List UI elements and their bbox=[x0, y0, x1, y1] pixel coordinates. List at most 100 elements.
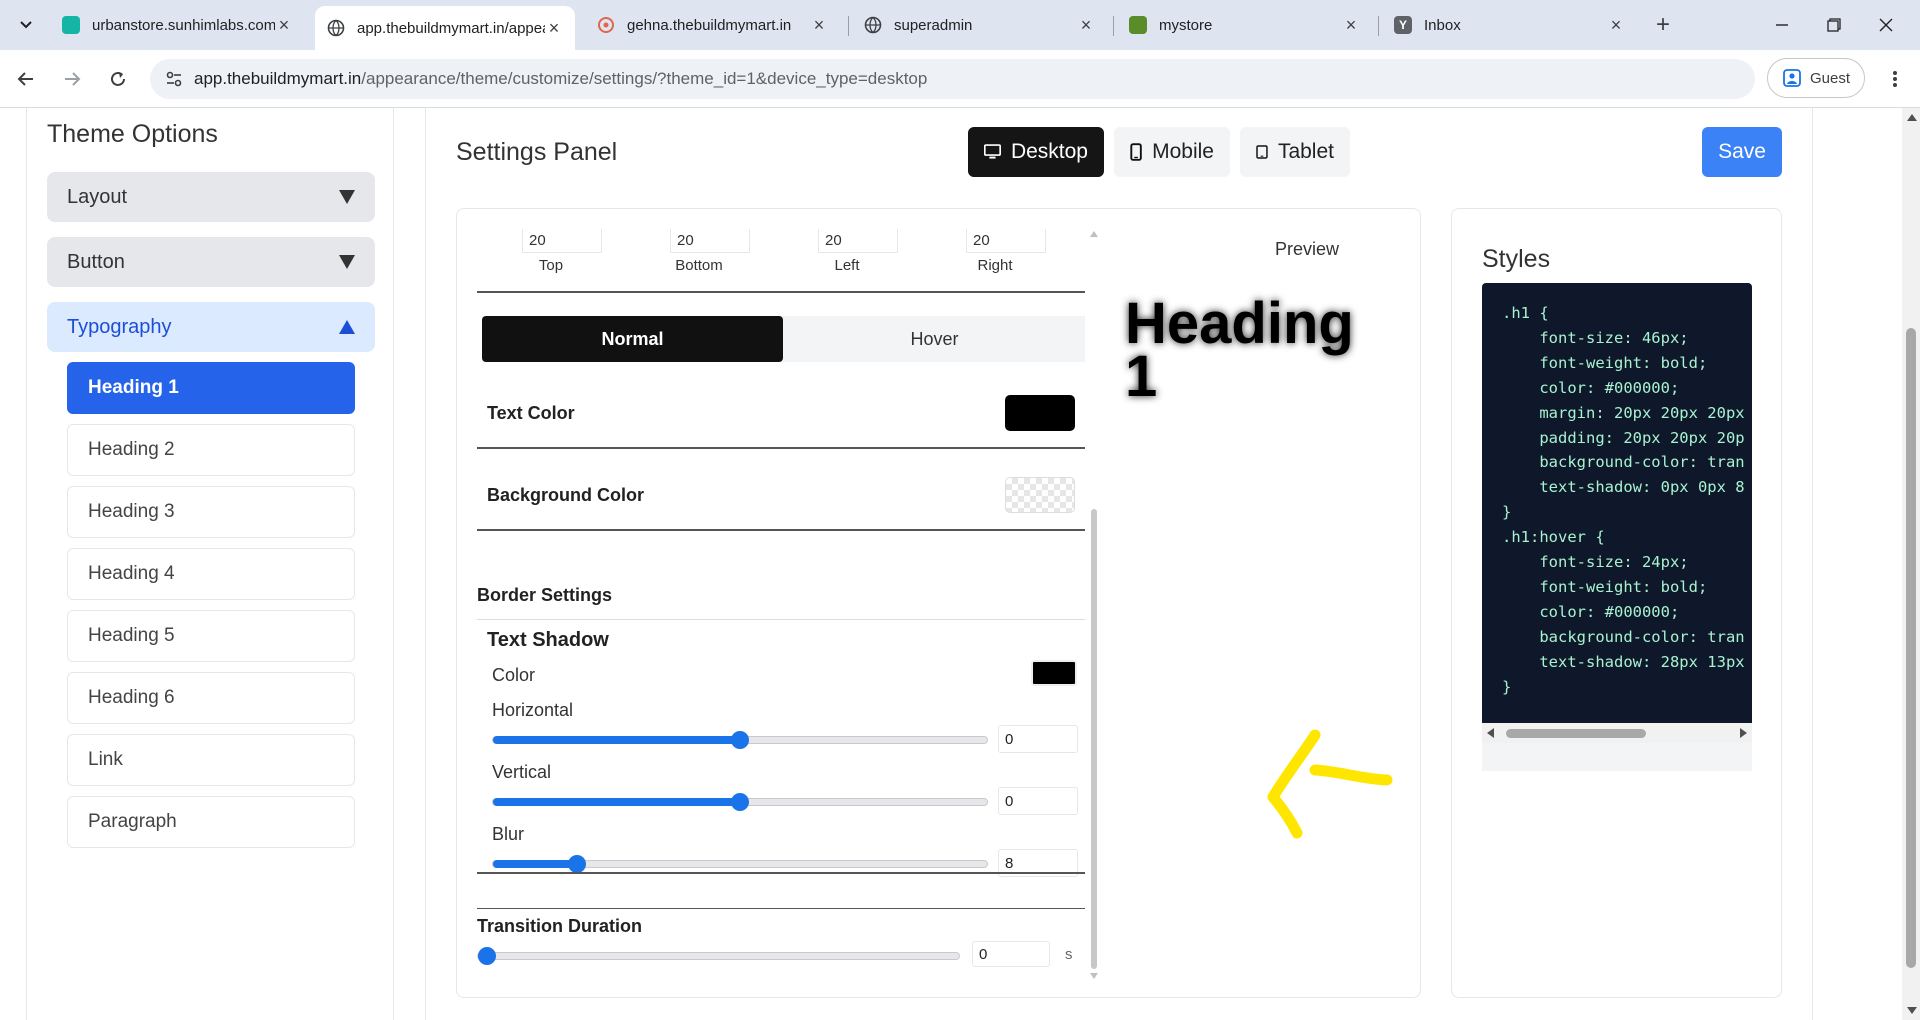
more-menu-icon[interactable] bbox=[1880, 63, 1910, 95]
spacing-top-input[interactable]: 20 bbox=[522, 229, 602, 253]
tab-mystore[interactable]: mystore × bbox=[1117, 6, 1372, 44]
code-line: font-weight: bold; bbox=[1502, 353, 1708, 372]
horizontal-slider[interactable] bbox=[492, 731, 988, 749]
code-line: background-color: tran bbox=[1502, 453, 1745, 472]
text-color-label: Text Color bbox=[487, 402, 575, 423]
chevron-down-icon bbox=[20, 21, 32, 29]
shadow-color-swatch[interactable] bbox=[1031, 660, 1077, 686]
text-color-swatch[interactable] bbox=[1005, 395, 1075, 431]
typography-item-heading-4[interactable]: Heading 4 bbox=[67, 548, 355, 600]
vertical-input[interactable]: 0 bbox=[998, 787, 1078, 815]
accordion-label: Button bbox=[67, 250, 125, 273]
scroll-right-icon[interactable] bbox=[1740, 728, 1747, 738]
tab-inbox[interactable]: Y Inbox × bbox=[1382, 6, 1637, 44]
forward-button[interactable] bbox=[56, 63, 88, 95]
caret-up-icon bbox=[339, 320, 355, 334]
settings-panel-title: Settings Panel bbox=[456, 138, 618, 166]
scroll-up-icon[interactable] bbox=[1090, 231, 1098, 237]
gehna-favicon bbox=[597, 16, 615, 34]
spacing-right-input[interactable]: 20 bbox=[966, 229, 1046, 253]
scrollbar-thumb[interactable] bbox=[1091, 509, 1097, 969]
css-code-block[interactable]: .h1 { font-size: 46px; font-weight: bold… bbox=[1482, 283, 1752, 723]
main-divider bbox=[1812, 108, 1813, 1020]
minimize-icon[interactable] bbox=[1762, 10, 1802, 40]
state-hover-button[interactable]: Hover bbox=[784, 316, 1085, 362]
transition-duration-input[interactable]: 0 bbox=[972, 941, 1050, 967]
code-line: } bbox=[1502, 677, 1512, 696]
code-line: color: #000000; bbox=[1502, 378, 1680, 397]
state-normal-button[interactable]: Normal bbox=[482, 316, 783, 362]
preview-label: Preview bbox=[1274, 239, 1340, 259]
close-window-icon[interactable] bbox=[1866, 10, 1906, 40]
typography-item-heading-3[interactable]: Heading 3 bbox=[67, 486, 355, 538]
site-settings-icon[interactable] bbox=[154, 69, 194, 89]
text-color-row: Text Color bbox=[477, 379, 1085, 449]
close-icon[interactable]: × bbox=[275, 15, 293, 36]
typography-item-heading-6[interactable]: Heading 6 bbox=[67, 672, 355, 724]
spacing-right: 20 Right bbox=[921, 229, 1069, 274]
save-button[interactable]: Save bbox=[1702, 127, 1782, 177]
accordion-button[interactable]: Button bbox=[47, 237, 375, 287]
settings-scrollbar[interactable] bbox=[1089, 229, 1099, 979]
styles-card: Styles .h1 { font-size: 46px; font-weigh… bbox=[1451, 208, 1782, 998]
new-tab-button[interactable]: + bbox=[1648, 10, 1678, 40]
profile-icon bbox=[1783, 69, 1801, 87]
accordion-typography[interactable]: Typography bbox=[47, 302, 375, 352]
typography-item-link[interactable]: Link bbox=[67, 734, 355, 786]
close-icon[interactable]: × bbox=[1077, 15, 1095, 36]
settings-scroll-area[interactable]: 20 Top 20 Bottom 20 Left 20 Right Normal bbox=[477, 229, 1085, 974]
scrollbar-thumb[interactable] bbox=[1506, 729, 1646, 738]
scrollbar-thumb[interactable] bbox=[1906, 328, 1916, 968]
spacing-bottom-input[interactable]: 20 bbox=[670, 229, 750, 253]
accordion-layout[interactable]: Layout bbox=[47, 172, 375, 222]
background-color-label: Background Color bbox=[487, 484, 645, 505]
horizontal-input[interactable]: 0 bbox=[998, 725, 1078, 753]
close-icon[interactable]: × bbox=[545, 18, 563, 39]
typography-item-heading-2[interactable]: Heading 2 bbox=[67, 424, 355, 476]
tab-search-button[interactable] bbox=[10, 10, 42, 40]
restore-icon[interactable] bbox=[1814, 10, 1854, 40]
reload-button[interactable] bbox=[102, 63, 134, 95]
spacing-label: Right bbox=[977, 257, 1013, 274]
device-tablet-button[interactable]: Tablet bbox=[1240, 127, 1350, 177]
code-horizontal-scrollbar[interactable] bbox=[1482, 723, 1752, 743]
background-color-swatch[interactable] bbox=[1005, 477, 1075, 513]
page-scrollbar[interactable] bbox=[1902, 108, 1920, 1020]
yahoo-favicon: Y bbox=[1394, 16, 1412, 34]
tab-gehna[interactable]: gehna.thebuildmymart.in × bbox=[585, 6, 840, 44]
mobile-icon bbox=[1130, 143, 1142, 161]
scroll-left-icon[interactable] bbox=[1487, 728, 1494, 738]
typography-item-paragraph[interactable]: Paragraph bbox=[67, 796, 355, 848]
scroll-down-icon[interactable] bbox=[1907, 1007, 1917, 1014]
transition-duration-slider[interactable] bbox=[477, 947, 960, 965]
settings-card: 20 Top 20 Bottom 20 Left 20 Right Normal bbox=[456, 208, 1421, 998]
back-button[interactable] bbox=[10, 63, 42, 95]
tab-superadmin[interactable]: superadmin × bbox=[852, 6, 1107, 44]
scroll-down-icon[interactable] bbox=[1090, 973, 1098, 979]
spacing-left-input[interactable]: 20 bbox=[818, 229, 898, 253]
slider-handle[interactable] bbox=[567, 855, 586, 873]
sidebar-title: Theme Options bbox=[47, 120, 218, 148]
address-bar[interactable]: app.thebuildmymart.in/appearance/theme/c… bbox=[150, 59, 1755, 99]
typography-item-heading-5[interactable]: Heading 5 bbox=[67, 610, 355, 662]
slider-handle[interactable] bbox=[731, 731, 749, 749]
tab-urbanstore[interactable]: urbanstore.sunhimlabs.com × bbox=[50, 6, 305, 44]
close-icon[interactable]: × bbox=[1607, 15, 1625, 36]
slider-handle[interactable] bbox=[731, 793, 749, 811]
close-icon[interactable]: × bbox=[1342, 15, 1360, 36]
vertical-slider[interactable] bbox=[492, 793, 988, 811]
caret-down-icon bbox=[339, 255, 355, 269]
tab-app-appearance[interactable]: app.thebuildmymart.in/appearance × bbox=[315, 6, 575, 50]
accordion-label: Layout bbox=[67, 185, 128, 208]
typography-item-heading-1[interactable]: Heading 1 bbox=[67, 362, 355, 414]
slider-handle[interactable] bbox=[478, 947, 496, 965]
blur-slider[interactable] bbox=[492, 855, 988, 873]
border-settings-header[interactable]: Border Settings bbox=[477, 572, 1085, 620]
profile-button[interactable]: Guest bbox=[1767, 58, 1865, 98]
device-mobile-button[interactable]: Mobile bbox=[1114, 127, 1230, 177]
desktop-icon bbox=[984, 144, 1001, 159]
tablet-icon bbox=[1256, 145, 1268, 159]
device-desktop-button[interactable]: Desktop bbox=[968, 127, 1104, 177]
close-icon[interactable]: × bbox=[810, 15, 828, 36]
scroll-up-icon[interactable] bbox=[1907, 114, 1917, 121]
